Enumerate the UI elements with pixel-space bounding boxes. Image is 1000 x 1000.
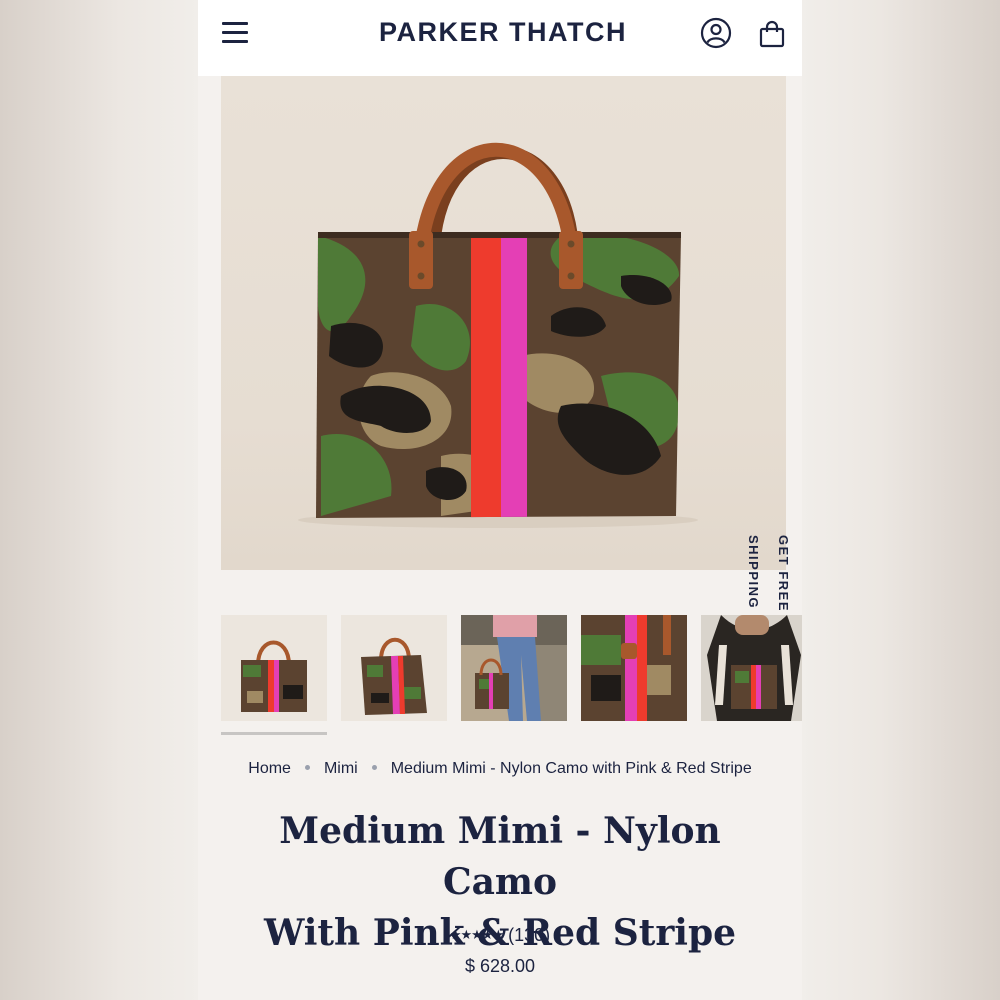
tote-worn-by-model-image xyxy=(461,615,567,721)
product-main-image[interactable] xyxy=(221,76,786,570)
camo-tote-image xyxy=(298,142,698,528)
free-shipping-line2: SHIPPING xyxy=(746,535,761,610)
free-shipping-tab[interactable]: SHIPPING GET FREE xyxy=(738,535,798,613)
thumbnail-gallery xyxy=(221,615,802,721)
thumbnail-2[interactable] xyxy=(341,615,447,721)
shopping-bag-icon[interactable] xyxy=(759,20,785,48)
breadcrumb-home[interactable]: Home xyxy=(248,760,291,777)
breadcrumb-mimi[interactable]: Mimi xyxy=(324,760,358,777)
tote-angle-image xyxy=(361,637,427,715)
tote-held-by-model-image xyxy=(707,615,801,721)
thumbnail-1[interactable] xyxy=(221,615,327,721)
product-page: PARKER THATCH SHIPPING GET FREE Home Mim… xyxy=(198,0,802,1000)
review-count[interactable]: (130) xyxy=(508,925,550,945)
star-rating-icons: ★★★★★ xyxy=(449,927,504,942)
breadcrumb-current: Medium Mimi - Nylon Camo with Pink & Red… xyxy=(390,760,752,777)
thumbnail-5[interactable] xyxy=(701,615,802,721)
brand-logo[interactable]: PARKER THATCH xyxy=(348,17,658,48)
free-shipping-line1: GET FREE xyxy=(776,535,791,613)
account-icon[interactable] xyxy=(700,17,732,49)
product-price: $ 628.00 xyxy=(464,956,536,976)
hamburger-menu-icon[interactable] xyxy=(222,22,248,44)
product-title-line1: Medium Mimi - Nylon Camo xyxy=(279,810,721,903)
site-header: PARKER THATCH xyxy=(198,0,802,76)
gallery-scroll-indicator xyxy=(221,732,327,735)
tote-detail-image xyxy=(581,615,687,721)
tote-front-image xyxy=(241,640,307,712)
breadcrumb-separator xyxy=(371,764,377,770)
breadcrumb: Home Mimi Medium Mimi - Nylon Camo with Pi… xyxy=(198,760,802,778)
thumbnail-4[interactable] xyxy=(581,615,687,721)
breadcrumb-separator xyxy=(304,764,310,770)
thumbnail-3[interactable] xyxy=(461,615,567,721)
product-rating[interactable]: ★★★★★ (130) xyxy=(198,925,802,946)
